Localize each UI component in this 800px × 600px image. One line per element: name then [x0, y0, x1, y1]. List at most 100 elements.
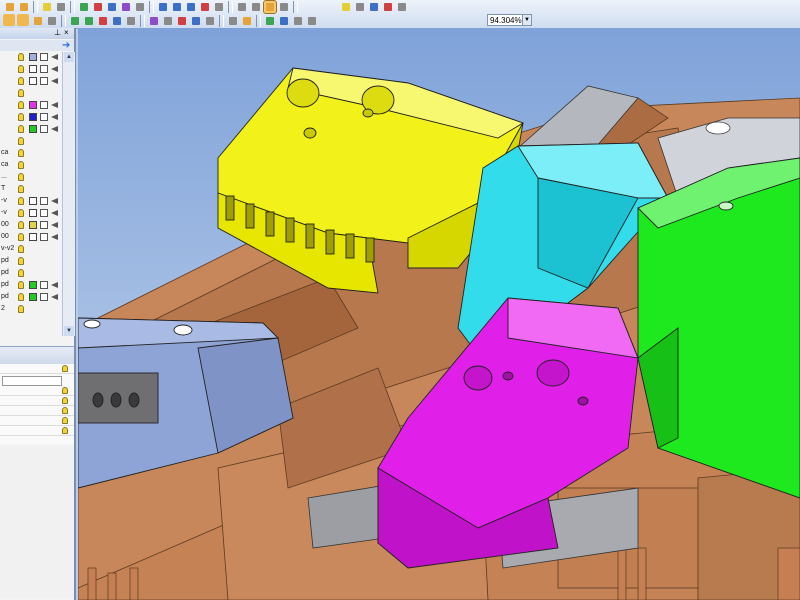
shell-icon[interactable]: [190, 15, 202, 27]
light-icon[interactable]: [340, 1, 352, 13]
measure-icon[interactable]: [213, 1, 225, 13]
property-input[interactable]: [2, 376, 62, 386]
lightbulb-icon[interactable]: [18, 53, 24, 61]
layer-row[interactable]: ca: [0, 148, 62, 158]
pencil-icon[interactable]: [51, 102, 58, 108]
lightbulb-icon[interactable]: [62, 387, 68, 394]
3d-viewport[interactable]: [78, 28, 800, 600]
lightbulb-icon[interactable]: [18, 245, 24, 253]
mirror-icon[interactable]: [162, 15, 174, 27]
panel-splitter[interactable]: [0, 346, 74, 365]
pencil-icon[interactable]: [51, 78, 58, 84]
list-icon[interactable]: [306, 15, 318, 27]
layer-row[interactable]: -v: [0, 196, 62, 206]
lightbulb-icon[interactable]: [18, 137, 24, 145]
lightbulb-icon[interactable]: [18, 185, 24, 193]
lightbulb-icon[interactable]: [18, 161, 24, 169]
layer-row[interactable]: [0, 124, 62, 134]
layer-visibility-icon[interactable]: [40, 293, 48, 301]
pencil-icon[interactable]: [51, 114, 58, 120]
pencil-icon[interactable]: [51, 198, 58, 204]
layer-row[interactable]: pd: [0, 292, 62, 302]
view-top-icon[interactable]: [171, 1, 183, 13]
layer-row[interactable]: pd: [0, 280, 62, 290]
undo-icon[interactable]: [46, 15, 58, 27]
add-feature-icon[interactable]: [78, 1, 90, 13]
layer-color-swatch[interactable]: [29, 65, 37, 73]
property-row[interactable]: [0, 386, 74, 396]
lightbulb-icon[interactable]: [18, 197, 24, 205]
pencil-icon[interactable]: [51, 66, 58, 72]
dimension-icon[interactable]: [241, 15, 253, 27]
pattern-icon[interactable]: [148, 15, 160, 27]
layer-tool-icon-2[interactable]: [17, 14, 29, 26]
property-row[interactable]: [0, 416, 74, 426]
lightbulb-icon[interactable]: [62, 427, 68, 434]
layer-icon[interactable]: [368, 1, 380, 13]
layer-row[interactable]: [0, 64, 62, 74]
lightbulb-icon[interactable]: [18, 125, 24, 133]
layer-visibility-icon[interactable]: [40, 101, 48, 109]
property-row[interactable]: [0, 426, 74, 436]
layer-color-swatch[interactable]: [29, 293, 37, 301]
lightbulb-icon[interactable]: [18, 293, 24, 301]
layer-visibility-icon[interactable]: [40, 77, 48, 85]
options-icon[interactable]: [396, 1, 408, 13]
pencil-icon[interactable]: [51, 234, 58, 240]
lightbulb-icon[interactable]: [18, 65, 24, 73]
layer-visibility-icon[interactable]: [40, 221, 48, 229]
view-front-icon[interactable]: [157, 1, 169, 13]
layer-row[interactable]: 00: [0, 232, 62, 242]
layer-row[interactable]: pd: [0, 268, 62, 278]
pencil-icon[interactable]: [51, 210, 58, 216]
lightbulb-icon[interactable]: [18, 149, 24, 157]
move-icon[interactable]: [55, 1, 67, 13]
lightbulb-icon[interactable]: [18, 113, 24, 121]
lightbulb-icon[interactable]: [18, 305, 24, 313]
lightbulb-icon[interactable]: [18, 257, 24, 265]
sketch-icon[interactable]: [227, 15, 239, 27]
lightbulb-icon[interactable]: [62, 407, 68, 414]
layer-row[interactable]: ...: [0, 172, 62, 182]
property-row[interactable]: [0, 406, 74, 416]
cut-icon[interactable]: [97, 15, 109, 27]
lightbulb-icon[interactable]: [62, 397, 68, 404]
layer-visibility-icon[interactable]: [40, 125, 48, 133]
rotate-icon[interactable]: [106, 1, 118, 13]
layer-color-swatch[interactable]: [29, 221, 37, 229]
layer-list-scrollbar[interactable]: ▲ ▼: [62, 52, 75, 336]
layer-row[interactable]: 00: [0, 220, 62, 230]
layer-visibility-icon[interactable]: [40, 53, 48, 61]
layer-row[interactable]: T: [0, 184, 62, 194]
layer-row[interactable]: [0, 112, 62, 122]
extrude-icon[interactable]: [69, 15, 81, 27]
zoom-icon[interactable]: [134, 1, 146, 13]
layer-visibility-icon[interactable]: [40, 233, 48, 241]
layer-tool-icon[interactable]: [3, 14, 15, 26]
section-icon[interactable]: [199, 1, 211, 13]
save-icon[interactable]: [18, 1, 30, 13]
layer-visibility-icon[interactable]: [40, 113, 48, 121]
mold-assembly-render[interactable]: [78, 28, 800, 600]
scroll-up-icon[interactable]: ▲: [64, 52, 74, 62]
layer-color-swatch[interactable]: [29, 197, 37, 205]
chamfer-icon[interactable]: [125, 15, 137, 27]
lightbulb-icon[interactable]: [18, 221, 24, 229]
pencil-icon[interactable]: [51, 126, 58, 132]
select-icon[interactable]: [41, 1, 53, 13]
scroll-down-icon[interactable]: ▼: [64, 326, 74, 336]
hole-icon[interactable]: [176, 15, 188, 27]
layer-visibility-icon[interactable]: [40, 281, 48, 289]
grid-icon[interactable]: [354, 1, 366, 13]
layer-color-swatch[interactable]: [29, 125, 37, 133]
close-icon[interactable]: ×: [64, 28, 69, 37]
layer-row[interactable]: [0, 76, 62, 86]
layer-row[interactable]: [0, 100, 62, 110]
pencil-icon[interactable]: [51, 54, 58, 60]
hidden-line-icon[interactable]: [278, 1, 290, 13]
layer-color-swatch[interactable]: [29, 233, 37, 241]
layer-row[interactable]: 2: [0, 304, 62, 314]
lightbulb-icon[interactable]: [62, 365, 68, 372]
layer-row[interactable]: [0, 52, 62, 62]
layer-row[interactable]: -v: [0, 208, 62, 218]
